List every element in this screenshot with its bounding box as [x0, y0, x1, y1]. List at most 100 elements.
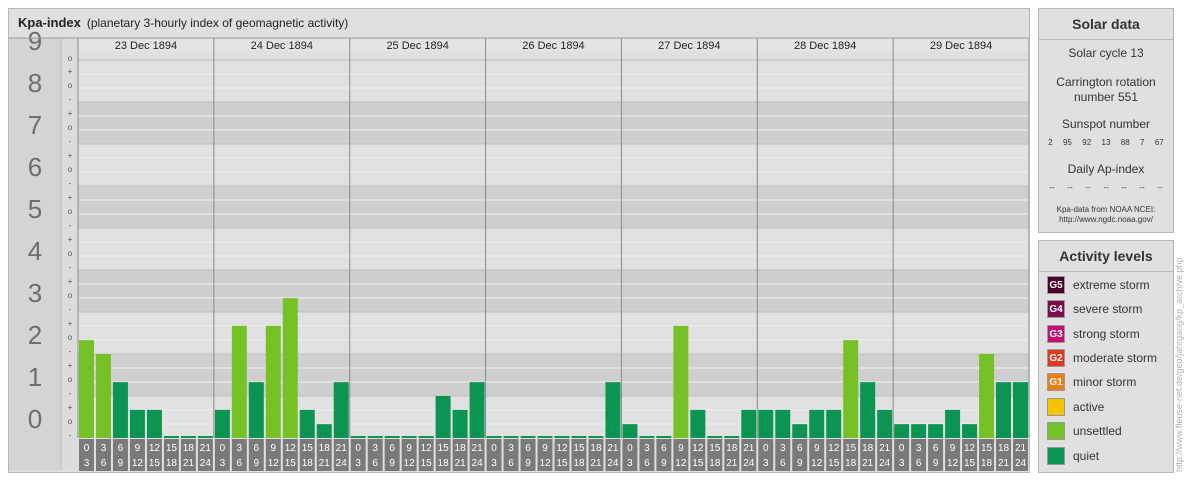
kpa-bar	[180, 436, 196, 438]
interval-start-label: 12	[964, 443, 976, 454]
level-swatch	[1047, 422, 1065, 440]
interval-start-label: 3	[101, 443, 107, 454]
minor-tick-mark: +	[68, 319, 73, 328]
interval-end-label: 15	[692, 458, 704, 469]
level-swatch	[1047, 447, 1065, 465]
interval-start-label: 18	[862, 443, 874, 454]
interval-end-label: 12	[132, 458, 144, 469]
interval-end-label: 9	[797, 458, 803, 469]
kpa-bar	[384, 436, 400, 438]
level-item-g2: G2 moderate storm	[1047, 349, 1157, 367]
minor-tick-mark: +	[68, 151, 73, 160]
activity-levels-panel: Activity levels G5 extreme storm G4 severe…	[1038, 240, 1174, 473]
interval-end-label: 15	[285, 458, 297, 469]
kpa-bar	[248, 382, 264, 438]
minor-tick-mark: +	[68, 277, 73, 286]
interval-start-label: 15	[709, 443, 721, 454]
kpa-bar	[588, 436, 604, 438]
plot-band	[78, 354, 1029, 396]
solar-data-panel: Solar data Solar cycle 13 Carrington rot…	[1038, 8, 1174, 233]
minor-tick-mark: -	[69, 179, 72, 188]
interval-start-label: 18	[183, 443, 195, 454]
ap-value: --	[1103, 183, 1109, 192]
minor-tick-mark: -	[69, 431, 72, 440]
source-line2: http://www.ngdc.noaa.gov/	[1059, 215, 1153, 224]
interval-end-label: 24	[200, 458, 212, 469]
carrington-line1: Carrington rotation	[1056, 75, 1156, 89]
interval-start-label: 21	[879, 443, 891, 454]
interval-start-label: 3	[644, 443, 650, 454]
kpa-bar	[622, 424, 638, 438]
kpa-bar	[435, 396, 451, 438]
kpa-bar	[775, 409, 791, 438]
source-line1: Kpa-data from NOAA NCEI:	[1056, 205, 1156, 214]
kpa-bar	[639, 436, 655, 438]
kpa-bar	[911, 424, 927, 438]
ap-values: -- -- -- -- -- -- --	[1039, 183, 1173, 192]
minor-tick-mark: o	[68, 375, 73, 384]
interval-start-label: 3	[372, 443, 378, 454]
kpa-bar	[452, 409, 468, 438]
kpa-bar	[214, 409, 230, 438]
chart-title-main: Kpa-index	[18, 15, 81, 30]
interval-end-label: 21	[319, 458, 331, 469]
interval-start-label: 9	[406, 443, 412, 454]
kpa-bar	[503, 436, 519, 438]
interval-start-label: 15	[981, 443, 993, 454]
level-swatch: G2	[1047, 349, 1065, 367]
interval-start-label: 18	[319, 443, 331, 454]
kpa-chart-panel: 0 1 2 3 4 5 6 7 8 9- o + - o + - o + - o + - o + - o + - o + - o + - o + o 23…	[8, 8, 1030, 473]
kpa-bar	[877, 409, 893, 438]
interval-start-label: 15	[166, 443, 178, 454]
minor-tick-mark: -	[69, 389, 72, 398]
interval-start-label: 0	[899, 443, 905, 454]
interval-start-label: 9	[678, 443, 684, 454]
interval-start-label: 18	[726, 443, 738, 454]
y-tick-label: 0	[28, 404, 42, 434]
kpa-bar	[367, 436, 383, 438]
level-swatch: G4	[1047, 300, 1065, 318]
interval-end-label: 15	[421, 458, 433, 469]
level-label: unsettled	[1073, 424, 1122, 438]
kpa-bar	[163, 436, 179, 438]
kpa-bar	[673, 325, 689, 438]
interval-end-label: 9	[933, 458, 939, 469]
interval-end-label: 6	[101, 458, 107, 469]
level-label: active	[1073, 400, 1105, 414]
kpa-bar	[707, 436, 723, 438]
level-swatch	[1047, 398, 1065, 416]
y-tick-label: 6	[28, 152, 42, 182]
interval-start-label: 0	[355, 443, 361, 454]
day-label: 23 Dec 1894	[115, 40, 177, 52]
minor-tick-mark: +	[68, 235, 73, 244]
kpa-bar	[316, 424, 332, 438]
chart-title: Kpa-index (planetary 3-hourly index of ge…	[18, 15, 348, 30]
interval-start-label: 6	[797, 443, 803, 454]
interval-end-label: 6	[372, 458, 378, 469]
kpa-bar	[146, 409, 162, 438]
minor-tick-mark: -	[69, 221, 72, 230]
kpa-bar	[741, 409, 757, 438]
interval-start-label: 15	[302, 443, 314, 454]
carrington-line2: number 551	[1073, 90, 1139, 104]
kpa-bar	[537, 436, 553, 438]
solar-cycle: Solar cycle 13	[1068, 46, 1144, 60]
interval-start-label: 18	[590, 443, 602, 454]
interval-start-label: 0	[763, 443, 769, 454]
interval-end-label: 21	[862, 458, 874, 469]
interval-end-label: 15	[149, 458, 161, 469]
level-item-g4: G4 severe storm	[1047, 300, 1142, 318]
kpa-bar	[690, 409, 706, 438]
y-tick-label: 8	[28, 68, 42, 98]
plot-band	[78, 144, 1029, 186]
kpa-bar	[401, 436, 417, 438]
interval-end-label: 24	[472, 458, 484, 469]
interval-end-label: 21	[590, 458, 602, 469]
kpa-bar	[486, 436, 502, 438]
sunspot-value: 88	[1120, 138, 1130, 147]
interval-start-label: 18	[998, 443, 1010, 454]
interval-end-label: 6	[237, 458, 243, 469]
minor-tick-mark: +	[68, 67, 73, 76]
sunspot-value: 67	[1154, 138, 1164, 147]
plot-band	[78, 312, 1029, 354]
